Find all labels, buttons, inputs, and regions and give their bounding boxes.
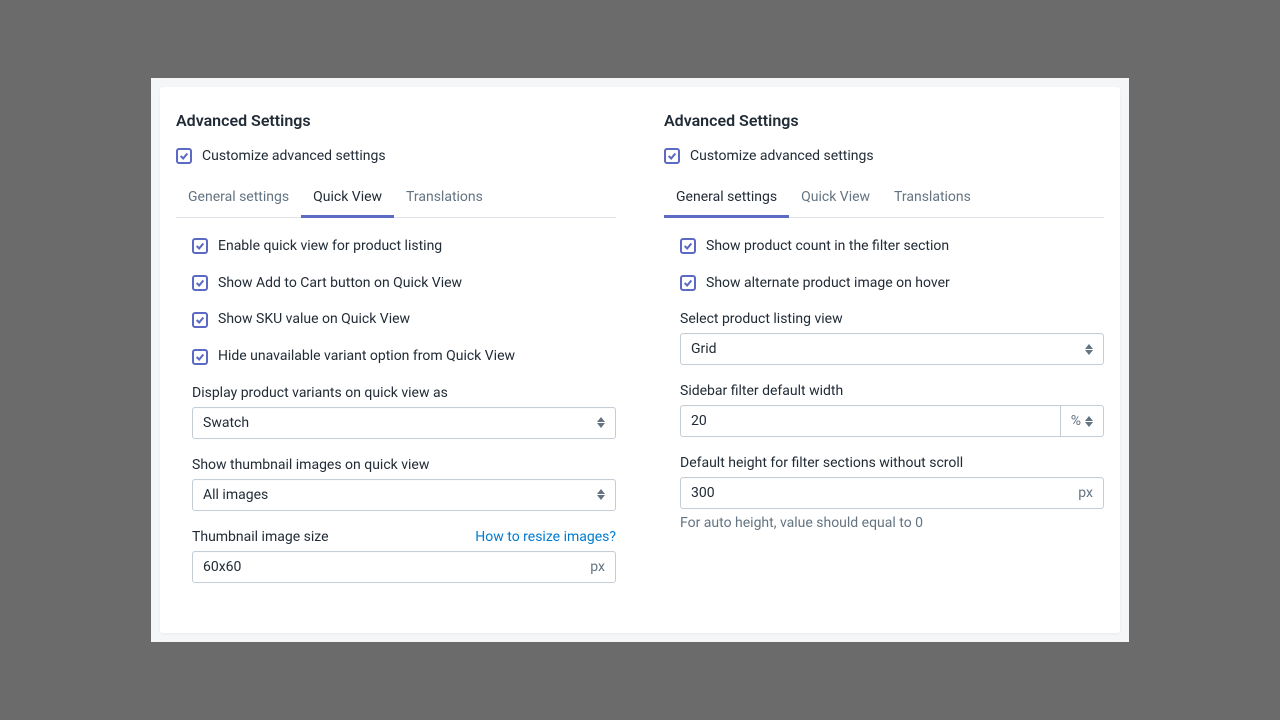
field-label: Thumbnail image size: [192, 529, 329, 545]
option-alternate-image[interactable]: Show alternate product image on hover: [680, 275, 1104, 292]
field-label: Select product listing view: [680, 311, 843, 327]
variant-display-select[interactable]: Swatch: [192, 407, 616, 439]
checkbox-icon: [176, 148, 192, 164]
customize-advanced-toggle[interactable]: Customize advanced settings: [176, 148, 616, 165]
input-value: 300: [691, 485, 715, 501]
right-panel: Advanced Settings Customize advanced set…: [664, 111, 1104, 601]
checkbox-icon: [192, 275, 208, 291]
checkbox-label: Customize advanced settings: [202, 148, 386, 165]
option-hide-unavailable[interactable]: Hide unavailable variant option from Qui…: [192, 348, 616, 365]
filter-height-input[interactable]: 300 px: [680, 477, 1104, 509]
thumbnail-size-input[interactable]: 60x60 px: [192, 551, 616, 583]
tab-body: Enable quick view for product listing Sh…: [176, 238, 616, 583]
unit-label: px: [582, 559, 605, 575]
settings-card: Advanced Settings Customize advanced set…: [160, 87, 1120, 633]
checkbox-label: Show SKU value on Quick View: [218, 311, 410, 328]
listing-view-field: Select product listing view Grid: [680, 311, 1104, 365]
customize-advanced-toggle[interactable]: Customize advanced settings: [664, 148, 1104, 165]
checkbox-icon: [192, 312, 208, 328]
option-product-count[interactable]: Show product count in the filter section: [680, 238, 1104, 255]
unit-label: %: [1071, 413, 1081, 429]
chevron-updown-icon: [1085, 344, 1093, 355]
checkbox-icon: [192, 349, 208, 365]
checkbox-icon: [680, 238, 696, 254]
checkbox-label: Enable quick view for product listing: [218, 238, 442, 255]
chevron-updown-icon: [1085, 416, 1093, 427]
checkbox-icon: [664, 148, 680, 164]
checkbox-label: Show product count in the filter section: [706, 238, 949, 255]
unit-label: px: [1070, 485, 1093, 501]
field-label: Default height for filter sections witho…: [680, 455, 963, 471]
field-label: Sidebar filter default width: [680, 383, 843, 399]
select-value: Swatch: [203, 415, 249, 431]
option-add-to-cart[interactable]: Show Add to Cart button on Quick View: [192, 275, 616, 292]
tab-quick-view[interactable]: Quick View: [789, 179, 882, 217]
sidebar-width-field: Sidebar filter default width 20 %: [680, 383, 1104, 437]
sidebar-width-unit-select[interactable]: %: [1060, 405, 1104, 437]
tabs: General settings Quick View Translations: [176, 179, 616, 218]
checkbox-icon: [192, 238, 208, 254]
input-value: 60x60: [203, 559, 241, 575]
tabs: General settings Quick View Translations: [664, 179, 1104, 218]
help-text: For auto height, value should equal to 0: [680, 515, 1104, 531]
thumbnail-images-select[interactable]: All images: [192, 479, 616, 511]
settings-wrapper: Advanced Settings Customize advanced set…: [151, 78, 1129, 642]
checkbox-label: Hide unavailable variant option from Qui…: [218, 348, 515, 365]
section-title: Advanced Settings: [664, 111, 1104, 130]
chevron-updown-icon: [597, 489, 605, 500]
left-panel: Advanced Settings Customize advanced set…: [176, 111, 616, 601]
option-enable-quick-view[interactable]: Enable quick view for product listing: [192, 238, 616, 255]
tab-translations[interactable]: Translations: [882, 179, 983, 217]
tab-general-settings[interactable]: General settings: [664, 179, 789, 217]
select-value: Grid: [691, 341, 717, 357]
field-label: Display product variants on quick view a…: [192, 385, 448, 401]
select-value: All images: [203, 487, 268, 503]
listing-view-select[interactable]: Grid: [680, 333, 1104, 365]
option-sku[interactable]: Show SKU value on Quick View: [192, 311, 616, 328]
thumbnail-size-field: Thumbnail image size How to resize image…: [192, 529, 616, 583]
resize-help-link[interactable]: How to resize images?: [475, 529, 616, 545]
thumbnail-images-field: Show thumbnail images on quick view All …: [192, 457, 616, 511]
filter-height-field: Default height for filter sections witho…: [680, 455, 1104, 531]
checkbox-label: Show Add to Cart button on Quick View: [218, 275, 462, 292]
tab-translations[interactable]: Translations: [394, 179, 495, 217]
variant-display-field: Display product variants on quick view a…: [192, 385, 616, 439]
tab-general-settings[interactable]: General settings: [176, 179, 301, 217]
chevron-updown-icon: [597, 417, 605, 428]
checkbox-label: Customize advanced settings: [690, 148, 874, 165]
tab-quick-view[interactable]: Quick View: [301, 179, 394, 217]
tab-body: Show product count in the filter section…: [664, 238, 1104, 532]
section-title: Advanced Settings: [176, 111, 616, 130]
checkbox-icon: [680, 275, 696, 291]
input-value: 20: [691, 413, 707, 429]
sidebar-width-input[interactable]: 20: [680, 405, 1060, 437]
field-label: Show thumbnail images on quick view: [192, 457, 429, 473]
checkbox-label: Show alternate product image on hover: [706, 275, 950, 292]
